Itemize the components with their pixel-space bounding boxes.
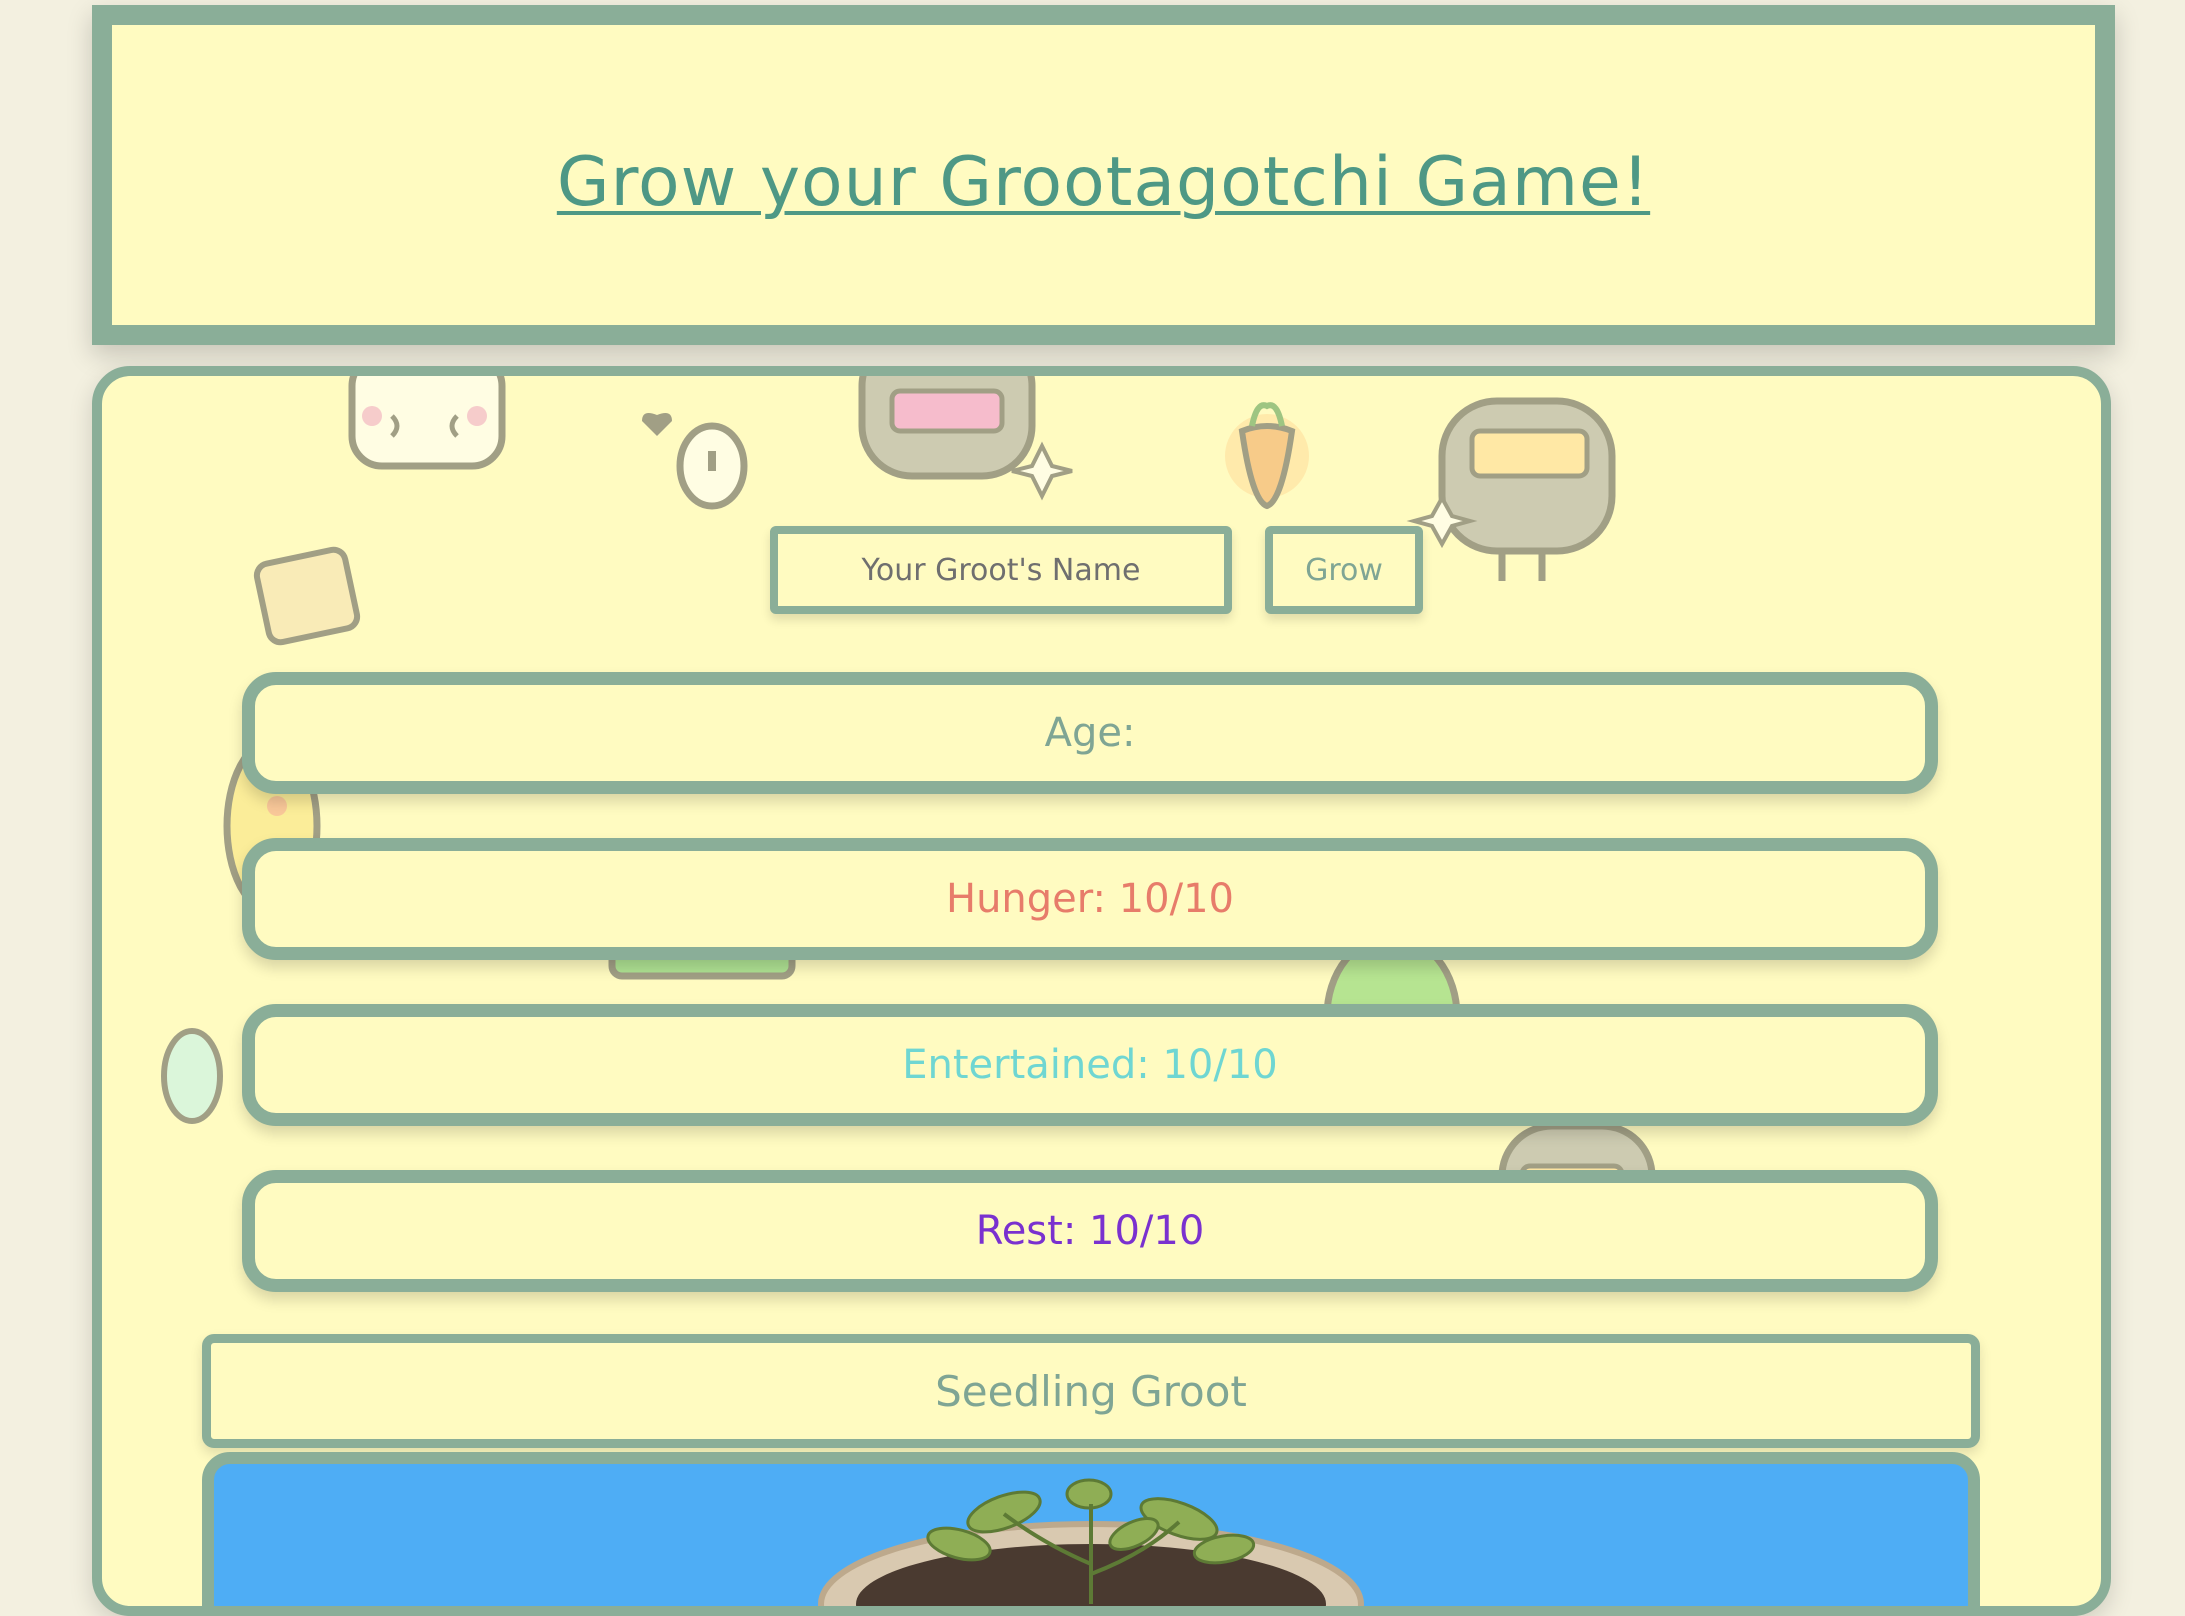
- game-area: Grow Age: Hunger: 10/10 Entertained: 10/…: [92, 366, 2111, 1616]
- bunny-sticker: [348, 376, 506, 470]
- groot-plant-display: [202, 1452, 1980, 1606]
- toast-sticker: [253, 546, 361, 646]
- header-banner: Grow your Grootagotchi Game!: [92, 5, 2115, 345]
- groot-stage-label: Seedling Groot: [202, 1334, 1980, 1448]
- ghost-sticker: [161, 1028, 223, 1124]
- rest-stat[interactable]: Rest: 10/10: [242, 1170, 1938, 1292]
- hunger-stat[interactable]: Hunger: 10/10: [242, 838, 1938, 960]
- robot-sticker: [1406, 397, 1616, 581]
- groot-name-input[interactable]: [770, 526, 1232, 614]
- grow-button[interactable]: Grow: [1265, 526, 1423, 614]
- page-title[interactable]: Grow your Grootagotchi Game!: [112, 143, 2095, 222]
- carrot-sticker: [1225, 402, 1309, 510]
- entertained-stat[interactable]: Entertained: 10/10: [242, 1004, 1938, 1126]
- age-stat: Age:: [242, 672, 1938, 794]
- robot-sticker: [858, 376, 1073, 501]
- seedling-in-pot-image: [818, 1478, 1364, 1606]
- egg-sticker: [642, 413, 748, 510]
